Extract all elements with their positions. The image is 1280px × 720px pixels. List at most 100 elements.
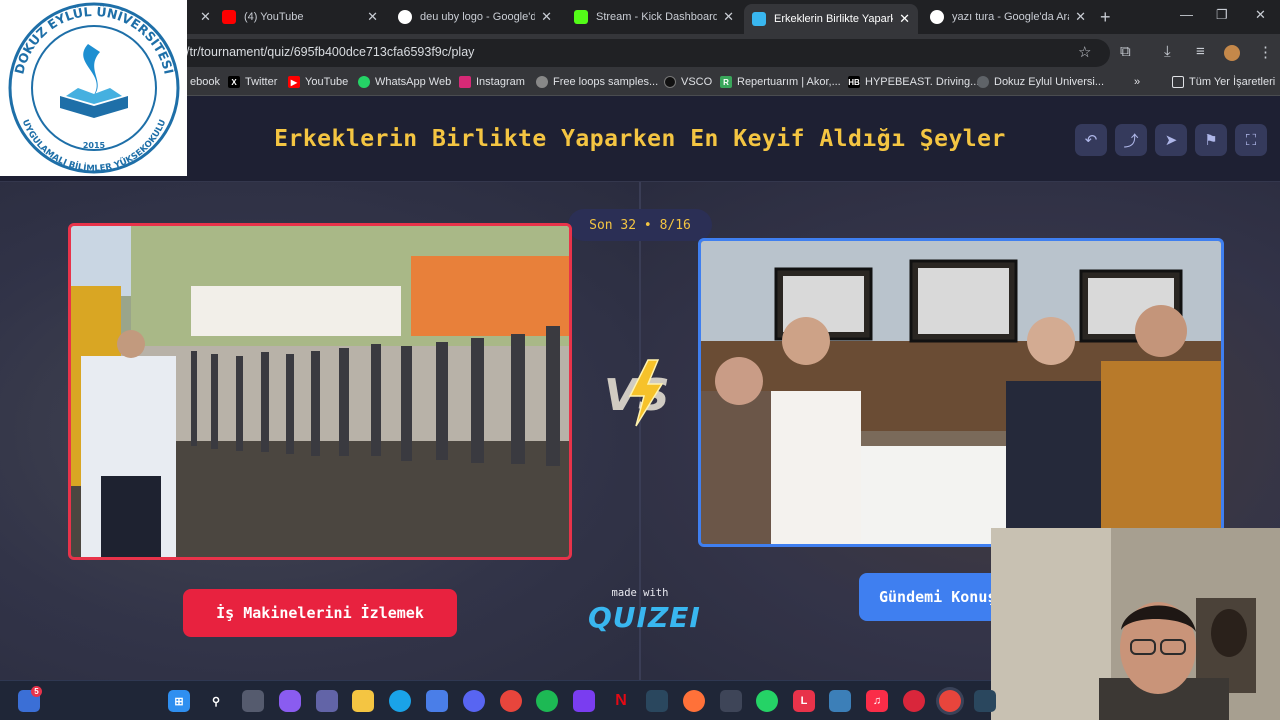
quiz-header: Erkeklerin Birlikte Yaparken En Keyif Al… — [0, 96, 1280, 182]
made-with-label: made with — [611, 587, 669, 599]
task-view-icon[interactable] — [242, 690, 264, 712]
repertuar-icon: R — [720, 76, 732, 88]
svg-text:2015: 2015 — [83, 141, 106, 150]
globe-icon — [977, 76, 989, 88]
steam2-icon[interactable] — [974, 690, 996, 712]
tab-close-hidden[interactable]: ✕ — [186, 4, 216, 30]
address-toolbar: /tr/tournament/quiz/695fb400dce713cfa659… — [0, 34, 1280, 72]
store-icon[interactable] — [426, 690, 448, 712]
left-choice-button[interactable]: İş Makinelerini İzlemek — [183, 589, 457, 637]
download-icon[interactable]: ⤓ — [1164, 43, 1171, 60]
bookmark-vsco[interactable]: VSCO — [664, 76, 712, 88]
menu-kebab-icon[interactable]: ⋮ — [1258, 43, 1273, 61]
youtube-icon — [222, 10, 236, 24]
fullscreen-button[interactable]: ⛶ — [1235, 124, 1267, 156]
quizei-logo[interactable]: QUIZEI — [588, 601, 700, 634]
windows-taskbar: 5 ⊞ ⚲ N L ♫ — [0, 680, 996, 720]
affinity-icon[interactable] — [573, 690, 595, 712]
deu-seal-icon: DOKUZ EYLÜL ÜNİVERSİTESİ UYGULAMALI BİLİ… — [8, 2, 180, 174]
report-button[interactable]: ⚑ — [1195, 124, 1227, 156]
copilot-icon[interactable] — [279, 690, 301, 712]
teams-icon[interactable] — [316, 690, 338, 712]
bookmark-instagram[interactable]: Instagram — [459, 76, 525, 88]
spotify-icon[interactable] — [536, 690, 558, 712]
app-red-icon[interactable] — [903, 690, 925, 712]
right-option-image[interactable] — [698, 238, 1224, 547]
left-option-image[interactable] — [68, 223, 572, 560]
send-button[interactable]: ➤ — [1155, 124, 1187, 156]
notification-app-icon[interactable]: 5 — [18, 686, 42, 712]
restore-icon[interactable]: ❐ — [1216, 7, 1228, 23]
lasso-icon[interactable]: L — [793, 690, 815, 712]
bookmark-youtube[interactable]: ▶ YouTube — [288, 76, 348, 88]
close-icon[interactable]: ✕ — [1075, 9, 1086, 25]
tab-youtube[interactable]: (4) YouTube ✕ — [214, 4, 386, 30]
close-icon[interactable]: ✕ — [899, 11, 910, 27]
bookmark-star-icon[interactable]: ☆ — [1078, 43, 1091, 61]
university-logo: DOKUZ EYLÜL ÜNİVERSİTESİ UYGULAMALI BİLİ… — [0, 0, 187, 176]
bookmark-facebook[interactable]: ebook — [190, 76, 220, 88]
bookmark-repertuar[interactable]: R Repertuarım | Akor,... — [720, 76, 841, 88]
loops-icon — [536, 76, 548, 88]
minimize-icon[interactable]: — — [1180, 7, 1193, 22]
undo-button[interactable]: ↶ — [1075, 124, 1107, 156]
x-icon: X — [228, 76, 240, 88]
url-bar[interactable]: /tr/tournament/quiz/695fb400dce713cfa659… — [150, 39, 1110, 67]
close-icon[interactable]: ✕ — [367, 9, 378, 25]
bookmark-twitter[interactable]: X Twitter — [228, 76, 277, 88]
folder-icon — [1172, 76, 1184, 88]
men-watching-construction-photo — [71, 226, 569, 557]
monitor-icon[interactable] — [829, 690, 851, 712]
tab-yazi-tura[interactable]: yazı tura - Google'da Ara ✕ — [922, 4, 1094, 30]
steam-icon[interactable] — [646, 690, 668, 712]
more-bookmarks-icon[interactable]: » — [1134, 76, 1140, 88]
search-icon[interactable]: ⚲ — [205, 690, 227, 712]
round-indicator: Son 32 • 8/16 — [568, 209, 712, 241]
edge-icon[interactable] — [389, 690, 411, 712]
bookmark-hypebeast[interactable]: HB HYPEBEAST. Driving... — [848, 76, 979, 88]
netflix-icon[interactable]: N — [610, 690, 632, 712]
close-window-icon[interactable]: ✕ — [1255, 7, 1266, 23]
music-icon[interactable]: ♫ — [866, 690, 888, 712]
profile-avatar[interactable] — [1224, 45, 1240, 61]
tab-title: Erkeklerin Birlikte Yaparken En Keyif Al… — [774, 13, 893, 25]
bookmark-deu[interactable]: Dokuz Eylul Universi... — [977, 76, 1104, 88]
streamer-webcam-feed — [991, 528, 1280, 720]
notification-badge: 5 — [31, 686, 42, 697]
discord-icon[interactable] — [463, 690, 485, 712]
google-icon — [398, 10, 412, 24]
browser-tab-bar: ✕ (4) YouTube ✕ deu uby logo - Google'da… — [0, 0, 1280, 34]
instagram-icon — [459, 76, 471, 88]
share-icon: ⤴ — [1123, 132, 1139, 150]
quizei-icon — [752, 12, 766, 26]
all-bookmarks-folder[interactable]: Tüm Yer İşaretleri — [1172, 76, 1275, 88]
notepad-icon[interactable] — [720, 690, 742, 712]
explorer-icon[interactable] — [352, 690, 374, 712]
media-control-icon[interactable]: ≡ — [1196, 43, 1205, 60]
webcam-overlay — [991, 528, 1280, 720]
close-icon[interactable]: ✕ — [200, 9, 211, 25]
tab-title: deu uby logo - Google'da Ara — [420, 11, 536, 23]
vs-emblem-icon: VS — [604, 359, 670, 427]
new-tab-button[interactable]: + — [1100, 7, 1111, 28]
close-icon[interactable]: ✕ — [723, 9, 734, 25]
whatsapp-icon — [358, 76, 370, 88]
close-icon[interactable]: ✕ — [541, 9, 552, 25]
chrome-icon[interactable] — [500, 690, 522, 712]
start-icon[interactable]: ⊞ — [168, 690, 190, 712]
kick-icon — [574, 10, 588, 24]
extensions-icon[interactable]: ⧉ — [1120, 43, 1131, 60]
fullscreen-icon: ⛶ — [1245, 131, 1257, 149]
tab-title: yazı tura - Google'da Ara — [952, 11, 1070, 23]
bookmark-loops[interactable]: Free loops samples... — [536, 76, 658, 88]
share-button[interactable]: ⤴ — [1115, 124, 1147, 156]
firefox-icon[interactable] — [683, 690, 705, 712]
whatsapp-icon[interactable] — [756, 690, 778, 712]
send-icon: ➤ — [1164, 132, 1178, 149]
tab-kick[interactable]: Stream - Kick Dashboard ✕ — [566, 4, 742, 30]
bookmark-whatsapp[interactable]: WhatsApp Web — [358, 76, 451, 88]
google-icon — [930, 10, 944, 24]
chrome-active-icon[interactable] — [939, 690, 961, 712]
tab-quiz-active[interactable]: Erkeklerin Birlikte Yaparken En Keyif Al… — [744, 4, 918, 34]
tab-google-logo[interactable]: deu uby logo - Google'da Ara ✕ — [390, 4, 560, 30]
